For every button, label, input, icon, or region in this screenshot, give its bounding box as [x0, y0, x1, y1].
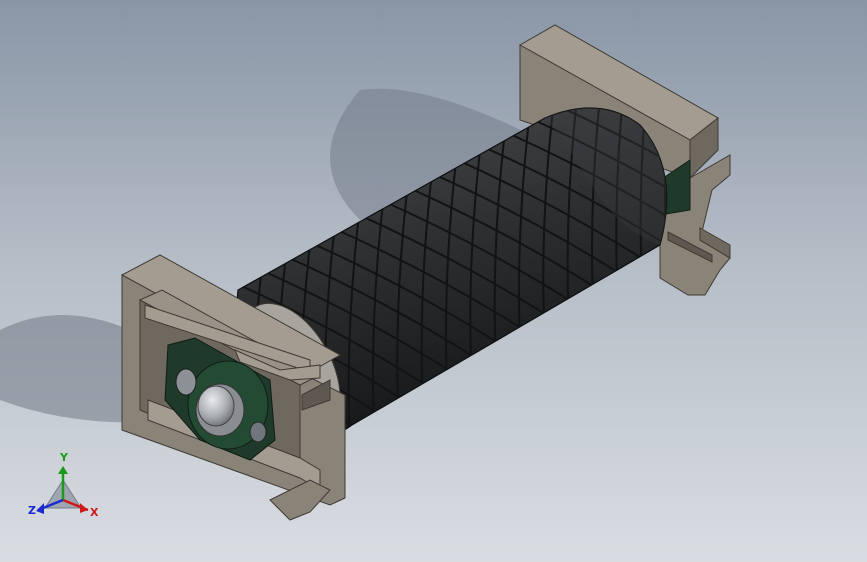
model-view [0, 0, 773, 521]
lagging-groove [738, 0, 749, 211]
graphics-viewport[interactable]: Y X Z [0, 0, 867, 562]
triad-x-label: X [90, 506, 99, 519]
coordinate-triad [36, 466, 89, 514]
shaft-end [195, 383, 245, 437]
triad-y-label: Y [60, 451, 68, 464]
triad-z-label: Z [28, 504, 36, 517]
lagging-groove [714, 0, 725, 225]
lagging-groove [762, 0, 773, 197]
